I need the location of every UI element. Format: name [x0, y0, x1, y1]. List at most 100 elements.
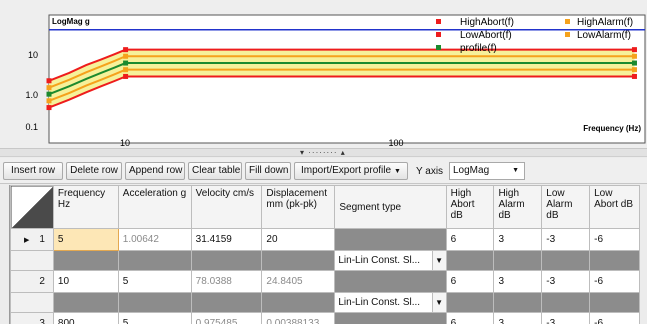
dropdown-caret-icon: ▼ — [394, 168, 401, 175]
segment-spacer — [493, 250, 543, 271]
column-header-velocity[interactable]: Velocity cm/s — [190, 185, 263, 229]
table-row[interactable]: 3 800 5 0.975485 0.00388133 6 3 -3 -6 — [10, 312, 640, 324]
chevron-down-icon[interactable]: ▼ — [431, 293, 446, 312]
low-alarm-cell[interactable]: -3 — [541, 270, 591, 293]
splitter-handle[interactable]: ▾ ········ ▴ — [0, 149, 647, 157]
legend-entry: HighAlarm(f) — [577, 17, 633, 28]
insert-row-button[interactable]: Insert row — [3, 162, 63, 180]
x-axis-title: Frequency (Hz) — [583, 124, 641, 133]
displacement-cell[interactable]: 0.00388133 — [261, 312, 336, 324]
table-row[interactable]: ▶ 1 5 1.00642 31.4159 20 6 3 -3 -6 — [10, 228, 640, 251]
acceleration-cell[interactable]: 5 — [117, 312, 192, 324]
legend-swatch — [565, 19, 570, 24]
low-alarm-cell[interactable]: -3 — [541, 228, 591, 251]
segment-spacer — [117, 292, 192, 313]
segment-spacer — [52, 250, 119, 271]
splitter-grip-icon[interactable]: ▾ ········ ▴ — [300, 149, 346, 157]
segment-row: Lin-Lin Const. Sl... ▼ — [10, 292, 640, 313]
row-header[interactable]: ▶ 1 — [10, 228, 54, 251]
segment-type-value: Lin-Lin Const. Sl... — [338, 255, 421, 266]
table-toolbar: Insert row Delete row Append row Clear t… — [0, 158, 647, 184]
low-abort-cell[interactable]: -6 — [589, 312, 640, 324]
segment-spacer — [493, 292, 543, 313]
select-all-corner[interactable] — [10, 185, 54, 229]
append-row-button[interactable]: Append row — [125, 162, 185, 180]
row-number: 3 — [39, 318, 45, 324]
segment-spacer — [261, 292, 336, 313]
fill-down-button[interactable]: Fill down — [245, 162, 291, 180]
velocity-cell[interactable]: 78.0388 — [190, 270, 263, 293]
series-marker — [123, 47, 129, 53]
series-marker — [123, 53, 129, 59]
y-axis-title: LogMag g — [52, 17, 90, 26]
column-header-high-alarm[interactable]: High Alarm dB — [493, 185, 543, 229]
series-marker — [46, 85, 52, 91]
y-axis-select[interactable]: LogMag ▼ — [449, 162, 525, 180]
legend-entry: HighAbort(f) — [460, 17, 514, 28]
acceleration-cell[interactable]: 5 — [117, 270, 192, 293]
clear-table-button[interactable]: Clear table — [188, 162, 242, 180]
frequency-cell[interactable]: 800 — [52, 312, 119, 324]
series-marker — [631, 73, 637, 79]
row-header — [10, 250, 54, 271]
segment-spacer — [589, 292, 640, 313]
row-header[interactable]: 3 — [10, 312, 54, 324]
acceleration-cell[interactable]: 1.00642 — [117, 228, 192, 251]
low-abort-cell[interactable]: -6 — [589, 270, 640, 293]
low-alarm-cell[interactable]: -3 — [541, 312, 591, 324]
high-abort-cell[interactable]: 6 — [445, 228, 495, 251]
table-row[interactable]: 2 10 5 78.0388 24.8405 6 3 -3 -6 — [10, 270, 640, 293]
y-tick-label: 0.1 — [25, 122, 38, 132]
column-header-high-abort[interactable]: High Abort dB — [445, 185, 495, 229]
column-header-acceleration[interactable]: Acceleration g — [117, 185, 192, 229]
segment-type-select[interactable]: Lin-Lin Const. Sl... ▼ — [334, 292, 447, 313]
series-marker — [631, 67, 637, 73]
y-tick-label: 1.0 — [25, 90, 38, 100]
segment-spacer — [589, 250, 640, 271]
segment-type-cell — [334, 270, 447, 293]
row-number: 1 — [39, 234, 45, 245]
segment-spacer — [117, 250, 192, 271]
displacement-cell[interactable]: 20 — [261, 228, 336, 251]
series-marker — [631, 60, 637, 66]
column-header-low-alarm[interactable]: Low Alarm dB — [541, 185, 591, 229]
legend-swatch — [436, 19, 441, 24]
high-abort-cell[interactable]: 6 — [445, 312, 495, 324]
series-marker — [631, 47, 637, 53]
high-alarm-cell[interactable]: 3 — [493, 228, 543, 251]
segment-type-cell — [334, 312, 447, 324]
column-header-low-abort[interactable]: Low Abort dB — [589, 185, 640, 229]
segment-spacer — [445, 250, 495, 271]
high-abort-cell[interactable]: 6 — [445, 270, 495, 293]
velocity-cell[interactable]: 0.975485 — [190, 312, 263, 324]
high-alarm-cell[interactable]: 3 — [493, 270, 543, 293]
low-abort-cell[interactable]: -6 — [589, 228, 640, 251]
series-marker — [123, 73, 129, 79]
chevron-down-icon[interactable]: ▼ — [431, 251, 446, 270]
displacement-cell[interactable]: 24.8405 — [261, 270, 336, 293]
legend-entry: LowAbort(f) — [460, 30, 512, 41]
velocity-cell[interactable]: 31.4159 — [190, 228, 263, 251]
frequency-cell[interactable]: 5 — [52, 228, 119, 251]
series-marker — [46, 105, 52, 111]
column-header-displacement[interactable]: Displacement mm (pk-pk) — [261, 185, 336, 229]
segment-spacer — [445, 292, 495, 313]
segment-row: Lin-Lin Const. Sl... ▼ — [10, 250, 640, 271]
delete-row-button[interactable]: Delete row — [66, 162, 122, 180]
chevron-down-icon: ▼ — [512, 167, 519, 174]
row-header[interactable]: 2 — [10, 270, 54, 293]
import-export-profile-button[interactable]: Import/Export profile ▼ — [294, 162, 408, 180]
high-alarm-cell[interactable]: 3 — [493, 312, 543, 324]
series-marker — [631, 53, 637, 59]
row-number: 2 — [39, 276, 45, 287]
column-header-frequency[interactable]: Frequency Hz — [52, 185, 119, 229]
frequency-cell[interactable]: 10 — [52, 270, 119, 293]
segment-type-select[interactable]: Lin-Lin Const. Sl... ▼ — [334, 250, 447, 271]
y-axis-select-value: LogMag — [453, 165, 490, 176]
segment-spacer — [261, 250, 336, 271]
column-header-segment-type[interactable]: Segment type — [334, 185, 447, 229]
logmag-chart: LogMag g Frequency (Hz) 10 1.0 0.1 10 10… — [25, 14, 646, 148]
y-axis-label: Y axis — [416, 166, 444, 177]
chart-panel: LogMag g Frequency (Hz) 10 1.0 0.1 10 10… — [0, 0, 647, 149]
series-marker — [123, 60, 129, 66]
